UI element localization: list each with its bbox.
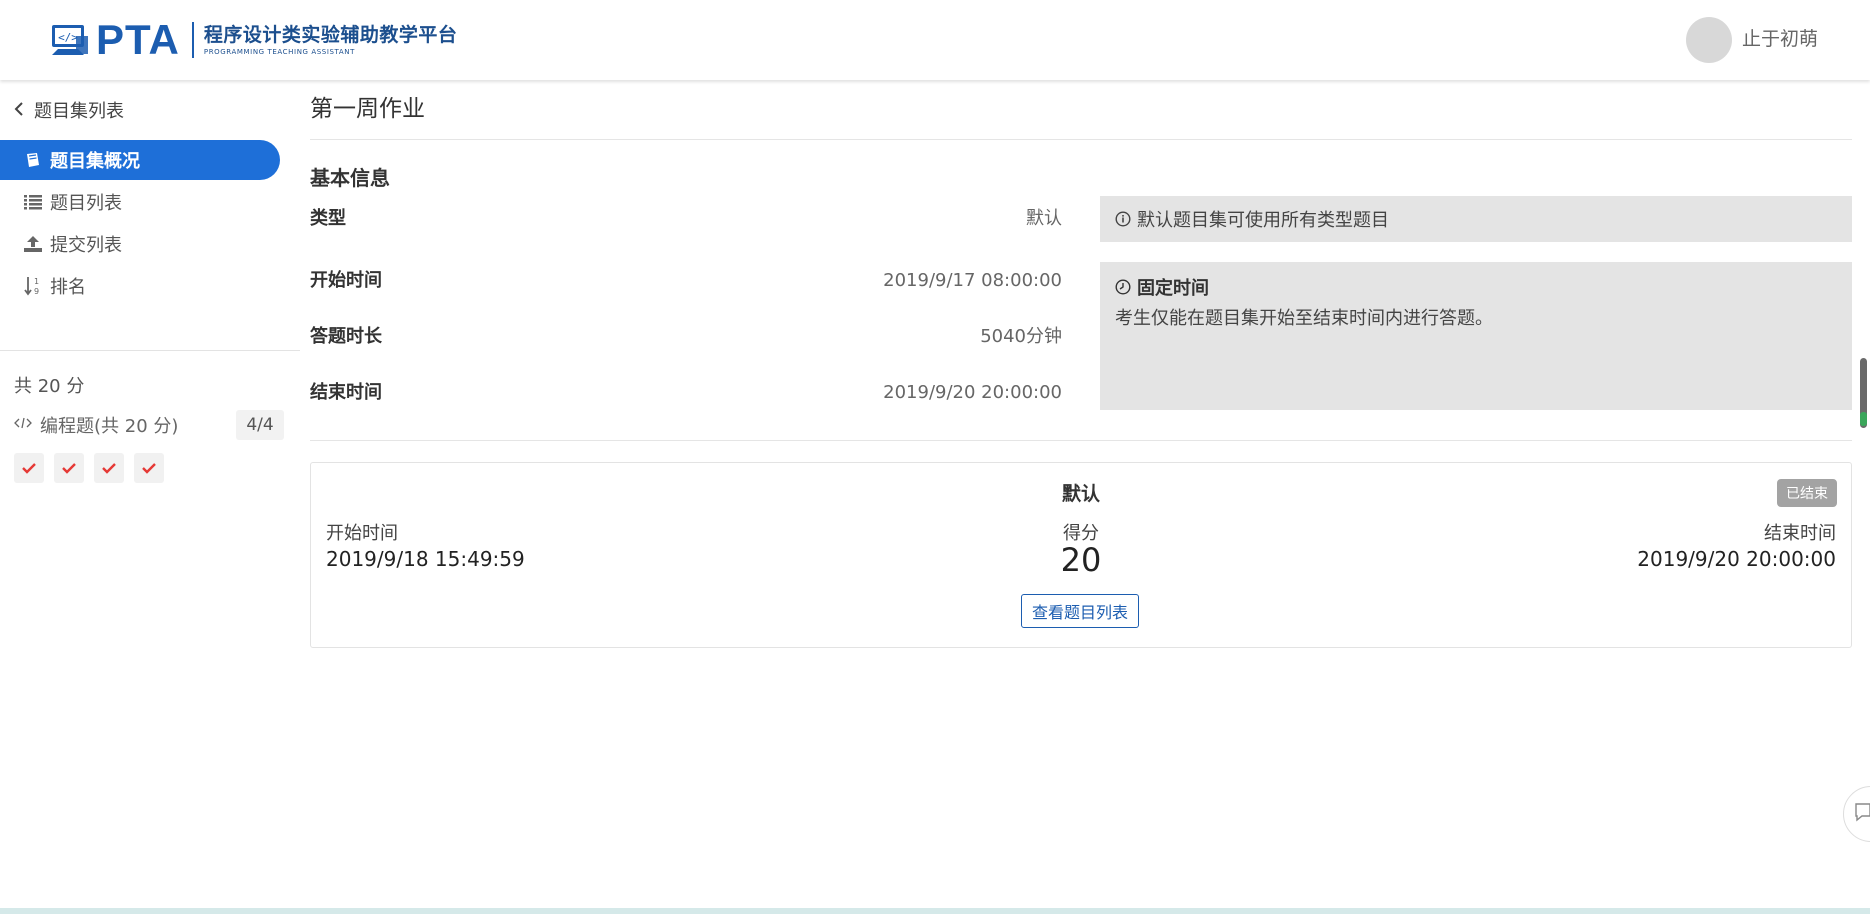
info-value-end: 2019/9/20 20:00:00: [883, 382, 1062, 403]
problem-status-correct[interactable]: [134, 453, 164, 483]
check-icon: [102, 463, 116, 474]
category-label: 编程题(共 20 分): [40, 416, 179, 437]
book-icon: [20, 151, 46, 169]
info-value-start: 2019/9/17 08:00:00: [883, 270, 1062, 291]
info-label-start: 开始时间: [310, 270, 382, 291]
info-value-type: 默认: [1026, 208, 1062, 229]
code-monitor-icon: </>: [50, 22, 90, 58]
bottom-strip: [0, 908, 1870, 914]
check-icon: [22, 463, 36, 474]
section-divider: [310, 440, 1852, 441]
feedback-icon: [1854, 802, 1870, 826]
time-note: 固定时间 考生仅能在题目集开始至结束时间内进行答题。: [1100, 262, 1852, 410]
type-note: 默认题目集可使用所有类型题目: [1100, 196, 1852, 242]
info-value-duration: 5040分钟: [980, 326, 1062, 347]
sidebar-item-problem-list[interactable]: 题目列表: [0, 182, 280, 222]
info-circle-icon: [1115, 211, 1131, 227]
sidebar-item-overview[interactable]: 题目集概况: [0, 140, 280, 180]
sidebar: 题目集列表 题目集概况 题目列表 提交列表 19 排名 共 20 分 编程题(共…: [0, 80, 300, 914]
view-problem-list-button[interactable]: 查看题目列表: [1021, 594, 1139, 628]
end-time-value: 2019/9/20 20:00:00: [1637, 547, 1836, 571]
avatar[interactable]: [1686, 17, 1732, 63]
code-icon: [14, 417, 36, 433]
sidebar-divider: [0, 350, 300, 351]
title-divider: [310, 139, 1852, 140]
logo-text: PTA: [96, 16, 180, 63]
sidebar-item-label: 提交列表: [50, 235, 122, 256]
info-label-type: 类型: [310, 208, 346, 229]
sidebar-item-label: 题目集概况: [50, 151, 140, 172]
logo-divider: [191, 22, 194, 58]
end-time-label: 结束时间: [1764, 523, 1836, 544]
list-icon: [20, 194, 46, 210]
section-title: 基本信息: [310, 166, 390, 190]
status-badge: 已结束: [1777, 479, 1837, 507]
svg-text:</>: </>: [58, 31, 78, 44]
back-to-problem-sets-link[interactable]: 题目集列表: [14, 97, 124, 123]
time-note-body: 考生仅能在题目集开始至结束时间内进行答题。: [1115, 308, 1493, 329]
problem-status-correct[interactable]: [54, 453, 84, 483]
check-icon: [62, 463, 76, 474]
sort-numeric-icon: 19: [20, 276, 46, 296]
time-note-title: 固定时间: [1137, 278, 1209, 299]
logo-subtitle: 程序设计类实验辅助教学平台 PROGRAMMING TEACHING ASSIS…: [204, 23, 458, 57]
svg-text:9: 9: [34, 287, 39, 296]
info-label-end: 结束时间: [310, 382, 382, 403]
category-count: 4/4: [236, 410, 284, 440]
upload-icon: [20, 236, 46, 252]
page-title: 第一周作业: [310, 96, 425, 122]
type-note-text: 默认题目集可使用所有类型题目: [1137, 210, 1389, 231]
time-note-header: 固定时间: [1115, 274, 1209, 300]
category-programming[interactable]: 编程题(共 20 分) 4/4: [14, 410, 284, 440]
pta-logo[interactable]: </> PTA 程序设计类实验辅助教学平台 PROGRAMMING TEACHI…: [50, 18, 457, 62]
top-bar: </> PTA 程序设计类实验辅助教学平台 PROGRAMMING TEACHI…: [0, 0, 1870, 80]
logo-subtitle-en: PROGRAMMING TEACHING ASSISTANT: [203, 48, 355, 56]
sidebar-item-submissions[interactable]: 提交列表: [0, 224, 280, 264]
sidebar-item-label: 排名: [50, 277, 86, 298]
problem-status-correct[interactable]: [94, 453, 124, 483]
logo-subtitle-cn: 程序设计类实验辅助教学平台: [203, 24, 458, 46]
problem-status-list: [14, 453, 164, 483]
clock-icon: [1115, 279, 1131, 295]
feedback-button[interactable]: [1843, 786, 1870, 842]
exam-card: 默认 已结束 开始时间 2019/9/18 15:49:59 得分 20 结束时…: [310, 462, 1852, 648]
scrollbar-indicator: [1860, 412, 1867, 426]
total-score: 共 20 分: [14, 376, 85, 397]
chevron-left-icon: [14, 101, 34, 120]
svg-text:1: 1: [34, 277, 39, 286]
exam-card-title: 默认: [1061, 483, 1100, 505]
back-label: 题目集列表: [34, 101, 124, 122]
info-label-duration: 答题时长: [310, 326, 382, 347]
problem-status-correct[interactable]: [14, 453, 44, 483]
sidebar-item-label: 题目列表: [50, 193, 122, 214]
username[interactable]: 止于初萌: [1742, 26, 1818, 52]
sidebar-item-ranking[interactable]: 19 排名: [0, 266, 280, 306]
score-value: 20: [1060, 541, 1102, 579]
check-icon: [142, 463, 156, 474]
